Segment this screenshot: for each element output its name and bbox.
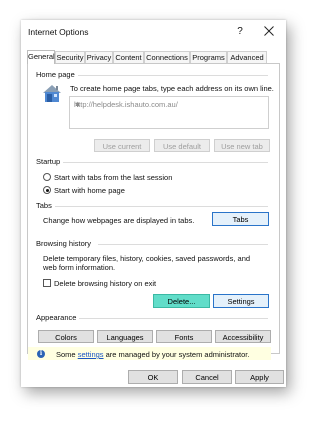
start-with-home-radio[interactable]	[43, 186, 51, 194]
startup-group-label: Startup	[36, 157, 64, 166]
accessibility-button[interactable]: Accessibility	[215, 330, 271, 343]
admin-notice-prefix: Some	[56, 350, 78, 359]
tabs-group-label: Tabs	[36, 201, 55, 210]
house-icon	[43, 85, 61, 102]
admin-settings-link[interactable]: settings	[78, 350, 104, 359]
delete-on-exit-label: Delete browsing history on exit	[54, 279, 157, 288]
use-default-button[interactable]: Use default	[154, 139, 210, 152]
tab-advanced[interactable]: Advanced	[227, 51, 267, 63]
tab-connections[interactable]: Connections	[144, 51, 190, 63]
browsing-history-group-label: Browsing history	[36, 239, 95, 248]
use-new-tab-button[interactable]: Use new tab	[214, 139, 270, 152]
ok-button[interactable]: OK	[128, 370, 178, 384]
title-bar: Internet Options ?	[21, 20, 286, 44]
start-with-tabs-label: Start with tabs from the last session	[54, 173, 173, 182]
home-page-address-field[interactable]: http://helpdesk.ishauto.com.au/ ▲ ▼	[69, 96, 269, 129]
appearance-group-divider	[78, 318, 268, 319]
startup-group-divider	[62, 162, 268, 163]
colors-button[interactable]: Colors	[38, 330, 94, 343]
history-settings-button[interactable]: Settings	[213, 294, 269, 308]
browsing-history-description-line1: Delete temporary files, history, cookies…	[43, 254, 251, 263]
delete-history-button[interactable]: Delete...	[153, 294, 210, 308]
browsing-history-description-line2: web form information.	[43, 263, 116, 272]
admin-notice-suffix: are managed by your system administrator…	[103, 350, 250, 359]
apply-button[interactable]: Apply	[235, 370, 284, 384]
appearance-group-label: Appearance	[36, 313, 80, 322]
tabs-settings-button[interactable]: Tabs	[212, 212, 269, 226]
tab-content[interactable]: Content	[113, 51, 144, 63]
home-page-group-divider	[70, 75, 268, 76]
tab-programs[interactable]: Programs	[190, 51, 227, 63]
help-button[interactable]: ?	[233, 24, 247, 40]
start-with-home-label: Start with home page	[54, 186, 125, 195]
tab-strip: General Security Privacy Content Connect…	[27, 50, 280, 64]
start-with-tabs-radio[interactable]	[43, 173, 51, 181]
cancel-button[interactable]: Cancel	[182, 370, 232, 384]
home-page-group-label: Home page	[36, 70, 78, 79]
info-icon: i	[37, 350, 45, 358]
use-current-button[interactable]: Use current	[94, 139, 150, 152]
admin-notice-text: Some settings are managed by your system…	[56, 350, 249, 359]
delete-on-exit-checkbox[interactable]	[43, 279, 51, 287]
tab-security[interactable]: Security	[55, 51, 85, 63]
window-title: Internet Options	[28, 27, 89, 37]
tab-privacy[interactable]: Privacy	[85, 51, 113, 63]
fonts-button[interactable]: Fonts	[156, 330, 212, 343]
tab-general[interactable]: General	[27, 50, 55, 64]
tabs-group-divider	[55, 206, 268, 207]
browsing-history-group-divider	[98, 244, 268, 245]
home-page-instruction: To create home page tabs, type each addr…	[70, 84, 274, 93]
close-icon[interactable]	[261, 23, 277, 39]
languages-button[interactable]: Languages	[97, 330, 153, 343]
scroll-down-icon[interactable]: ▼	[74, 100, 266, 126]
tabs-description: Change how webpages are displayed in tab…	[43, 216, 195, 225]
